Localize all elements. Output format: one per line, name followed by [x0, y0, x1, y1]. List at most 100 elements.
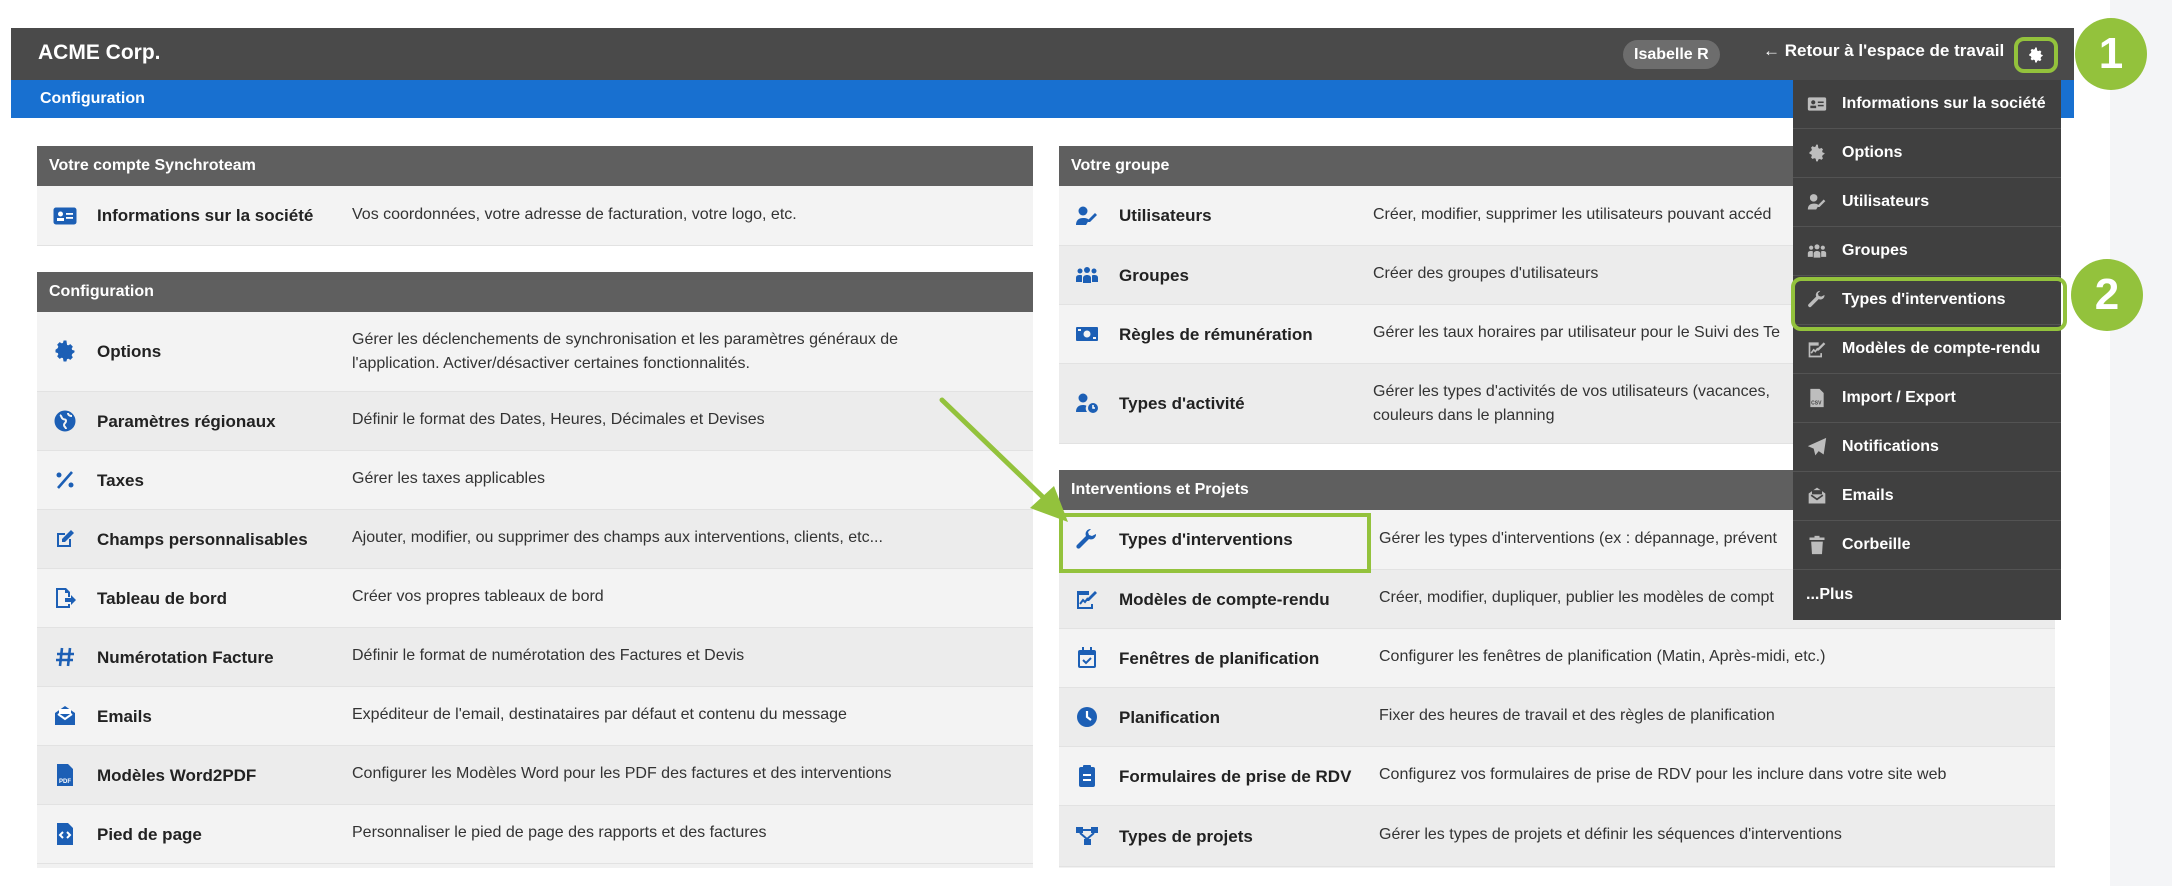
config-subbar: Configuration [11, 80, 2074, 118]
row-fenetres-planification[interactable]: Fenêtres de planification Configurer les… [1059, 629, 2055, 688]
dd-label: Notifications [1842, 438, 1939, 455]
dd-label: Groupes [1842, 242, 1908, 259]
row-tableau-de-bord[interactable]: Tableau de bord Créer vos propres tablea… [37, 569, 1033, 628]
row-desc: Créer, modifier, dupliquer, publier les … [1379, 589, 1774, 606]
dd-item-utilisateurs[interactable]: Utilisateurs [1793, 178, 2061, 227]
clipboard-icon [1073, 763, 1101, 789]
highlight-dropdown-types-interventions [1791, 277, 2067, 331]
row-emails[interactable]: Emails Expéditeur de l'email, destinatai… [37, 687, 1033, 746]
row-title: Taxes [97, 471, 144, 490]
gear-icon [51, 338, 79, 364]
calendar-check-icon [1073, 645, 1101, 671]
row-title: Pied de page [97, 825, 202, 844]
annotation-arrow-icon [939, 397, 1068, 522]
user-badge[interactable]: Isabelle R [1623, 40, 1720, 69]
row-desc: Créer des groupes d'utilisateurs [1373, 265, 1599, 282]
dd-item-groupes[interactable]: Groupes [1793, 227, 2061, 276]
row-champs-personnalisables[interactable]: Champs personnalisables Ajouter, modifie… [37, 510, 1033, 569]
row-title: Numérotation Facture [97, 648, 274, 667]
row-desc: Gérer les taxes applicables [352, 470, 545, 487]
dd-item-more[interactable]: ...Plus [1793, 570, 2061, 620]
row-desc: Fixer des heures de travail et des règle… [1379, 707, 1775, 724]
settings-dropdown-menu: Informations sur la société Options Util… [1793, 80, 2061, 620]
dd-item-options[interactable]: Options [1793, 129, 2061, 178]
row-title: Types de projets [1119, 827, 1253, 846]
row-title: Fenêtres de planification [1119, 649, 1320, 668]
money-icon [1073, 321, 1101, 347]
hash-icon [51, 644, 79, 670]
step-badge-2: 2 [2071, 259, 2143, 331]
dd-label: Emails [1842, 487, 1894, 504]
dd-label: Import / Export [1842, 389, 1956, 406]
settings-button[interactable] [2014, 37, 2058, 73]
row-taxes[interactable]: Taxes Gérer les taxes applicables [37, 451, 1033, 510]
svg-text:PDF: PDF [59, 779, 71, 785]
row-types-projets[interactable]: Types de projets Gérer les types de proj… [1059, 806, 2055, 867]
svg-text:CSV: CSV [1811, 401, 1822, 407]
dd-label: Informations sur la société [1842, 95, 2046, 112]
row-desc: Vos coordonnées, votre adresse de factur… [352, 206, 797, 223]
users-icon [1806, 240, 1828, 262]
row-options[interactable]: Options Gérer les déclenchements de sync… [37, 312, 1033, 392]
clock-icon [1073, 704, 1101, 730]
row-formulaires-rdv[interactable]: Formulaires de prise de RDV Configurez v… [1059, 747, 2055, 806]
row-desc: Personnaliser le pied de page des rappor… [352, 824, 767, 841]
row-title: Informations sur la société [97, 206, 314, 225]
users-icon [1073, 262, 1101, 288]
row-desc: Configurez vos formulaires de prise de R… [1379, 766, 1947, 783]
edit-icon [51, 526, 79, 552]
row-desc: Gérer les déclenchements de synchronisat… [352, 331, 899, 372]
dd-label: Options [1842, 144, 1903, 161]
row-title: Champs personnalisables [97, 530, 308, 549]
email-icon [51, 703, 79, 729]
gear-icon [2029, 47, 2043, 63]
gear-icon [1806, 142, 1828, 164]
row-desc: Définir le format de numérotation des Fa… [352, 647, 745, 664]
row-pied-de-page[interactable]: Pied de page Personnaliser le pied de pa… [37, 805, 1033, 864]
globe-icon [51, 408, 79, 434]
dd-item-informations-societe[interactable]: Informations sur la société [1793, 80, 2061, 129]
brand-name: ACME Corp. [38, 41, 161, 64]
row-planification[interactable]: Planification Fixer des heures de travai… [1059, 688, 2055, 747]
row-desc: Gérer les taux horaires par utilisateur … [1373, 324, 1781, 341]
project-tree-icon [1073, 823, 1101, 849]
dd-item-import-export[interactable]: CSV Import / Export [1793, 374, 2061, 423]
pdf-icon: PDF [51, 762, 79, 788]
right-background-strip [2110, 0, 2172, 886]
paper-plane-icon [1806, 436, 1828, 458]
row-desc: Créer vos propres tableaux de bord [352, 588, 604, 605]
report-edit-icon [1806, 338, 1828, 360]
dd-item-modeles-compte-rendu[interactable]: Modèles de compte-rendu [1793, 325, 2061, 374]
dd-more-label: ...Plus [1806, 586, 1854, 603]
panel-compte-header: Votre compte Synchroteam [37, 146, 1033, 186]
trash-icon [1806, 534, 1828, 556]
user-edit-icon [1073, 203, 1101, 229]
row-desc: Créer, modifier, supprimer les utilisate… [1373, 206, 1772, 223]
report-edit-icon [1073, 586, 1101, 612]
row-title: Emails [97, 707, 152, 726]
row-parametres-regionaux[interactable]: Paramètres régionaux Définir le format d… [37, 392, 1033, 451]
back-to-workspace-link[interactable]: ← Retour à l'espace de travail [1763, 41, 2004, 61]
row-desc: Définir le format des Dates, Heures, Déc… [352, 411, 765, 428]
dd-item-emails[interactable]: Emails [1793, 472, 2061, 521]
row-title: Options [97, 342, 162, 361]
dd-label: Modèles de compte-rendu [1842, 340, 2041, 357]
row-title: Modèles Word2PDF [97, 766, 257, 785]
dd-label: Corbeille [1842, 536, 1911, 553]
row-informations-societe[interactable]: Informations sur la société Vos coordonn… [37, 186, 1033, 246]
dd-item-corbeille[interactable]: Corbeille [1793, 521, 2061, 570]
row-title: Paramètres régionaux [97, 412, 276, 431]
row-title: Utilisateurs [1119, 206, 1212, 225]
csv-file-icon: CSV [1806, 387, 1828, 409]
subbar-title: Configuration [40, 90, 145, 107]
row-desc: Gérer les types d'activités de vos utili… [1373, 383, 1770, 424]
dd-item-notifications[interactable]: Notifications [1793, 423, 2061, 472]
row-modeles-word2pdf[interactable]: PDF Modèles Word2PDF Configurer les Modè… [37, 746, 1033, 805]
row-title: Modèles de compte-rendu [1119, 590, 1330, 609]
panel-compte: Votre compte Synchroteam Informations su… [37, 146, 1033, 246]
top-bar: ACME Corp. Isabelle R ← Retour à l'espac… [11, 28, 2074, 80]
row-desc: Ajouter, modifier, ou supprimer des cham… [352, 529, 883, 546]
row-desc: Configurer les fenêtres de planification… [1379, 648, 1826, 665]
percent-icon [51, 467, 79, 493]
row-numerotation-facture[interactable]: Numérotation Facture Définir le format d… [37, 628, 1033, 687]
